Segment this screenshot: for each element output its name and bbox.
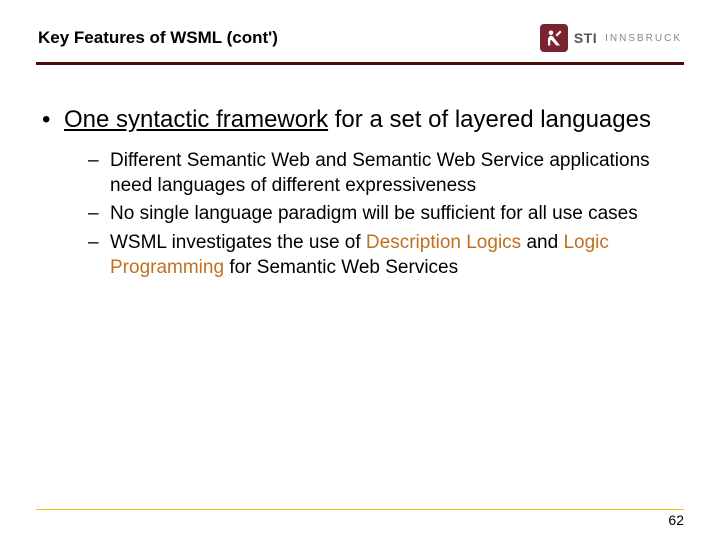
logo: STI INNSBRUCK (540, 24, 682, 52)
divider-bottom (36, 509, 684, 510)
bullet-level-1: • One syntactic framework for a set of l… (36, 105, 684, 135)
sub-bullet-marker: – (88, 149, 110, 198)
content: • One syntactic framework for a set of l… (0, 65, 720, 280)
sub-bullet-marker: – (88, 231, 110, 280)
logo-text-sti: STI (574, 30, 597, 46)
sub-bullet-marker: – (88, 202, 110, 227)
highlight-term: Description Logics (366, 232, 521, 253)
sub-bullet-list: – Different Semantic Web and Semantic We… (36, 149, 684, 280)
bullet-marker: • (36, 105, 64, 135)
header: Key Features of WSML (cont') STI INNSBRU… (0, 0, 720, 62)
logo-icon (540, 24, 568, 52)
sub-bullet-text: WSML investigates the use of Description… (110, 231, 684, 280)
slide: Key Features of WSML (cont') STI INNSBRU… (0, 0, 720, 540)
sub-text-pre: WSML investigates the use of (110, 232, 366, 253)
sub-text-mid: and (521, 232, 563, 253)
sub-bullet: – WSML investigates the use of Descripti… (88, 231, 684, 280)
bullet-underlined: One syntactic framework (64, 106, 328, 133)
bullet-rest: for a set of layered languages (328, 106, 651, 133)
sub-bullet-text: Different Semantic Web and Semantic Web … (110, 149, 684, 198)
slide-title: Key Features of WSML (cont') (38, 28, 278, 48)
bullet-text: One syntactic framework for a set of lay… (64, 105, 684, 135)
logo-text-innsbruck: INNSBRUCK (605, 33, 682, 44)
sub-bullet-text: No single language paradigm will be suff… (110, 202, 684, 227)
sub-bullet: – Different Semantic Web and Semantic We… (88, 149, 684, 198)
footer: 62 (36, 509, 684, 528)
sub-text-post: for Semantic Web Services (224, 257, 458, 278)
page-number: 62 (36, 512, 684, 528)
sub-bullet: – No single language paradigm will be su… (88, 202, 684, 227)
